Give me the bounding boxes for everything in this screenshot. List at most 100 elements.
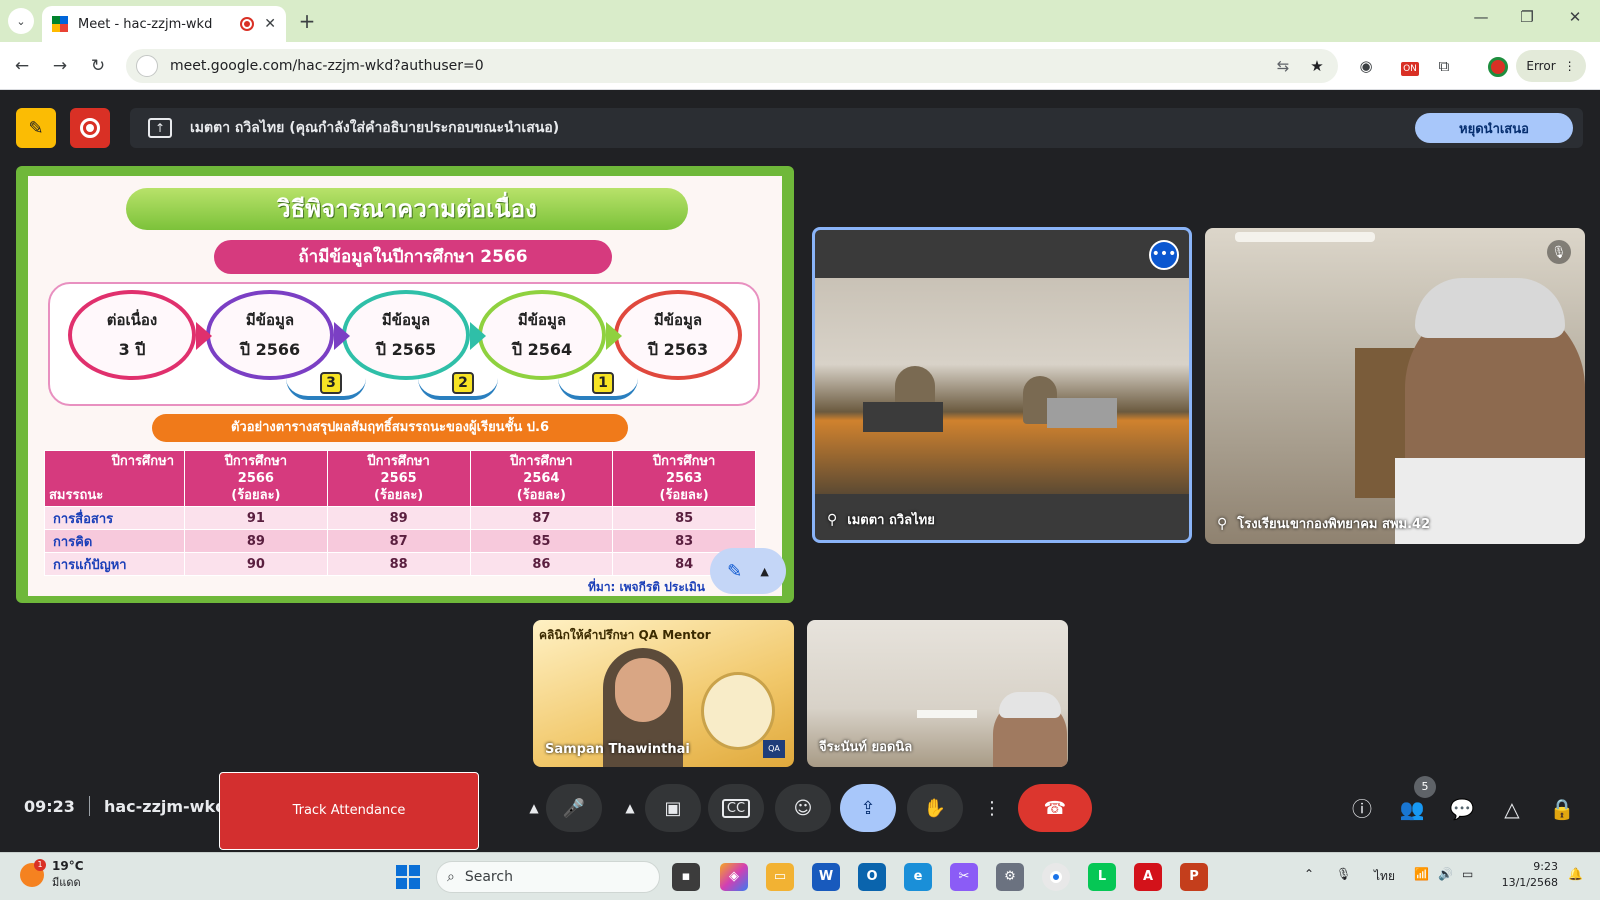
annotate-off-icon: ✎ bbox=[28, 117, 44, 139]
chrome-icon[interactable] bbox=[1042, 863, 1070, 891]
captions-button[interactable]: CC bbox=[708, 784, 764, 832]
chevron-up-icon: ▲ bbox=[529, 801, 539, 815]
info-icon: ⓘ bbox=[1352, 797, 1372, 821]
browser-tab-strip: ⌄ Meet - hac-zzjm-wkd ✕ + — ❐ ✕ bbox=[0, 0, 1600, 42]
participant-tile-thumb2[interactable]: จีระนันท์ ยอดนิล bbox=[807, 620, 1068, 767]
record-icon bbox=[80, 118, 100, 138]
input-language[interactable]: ไทย bbox=[1374, 867, 1395, 886]
microphone-muted-icon: 🎙 bbox=[1547, 240, 1571, 264]
divider bbox=[88, 796, 90, 816]
restore-button[interactable]: ❐ bbox=[1512, 8, 1542, 26]
windows-taskbar: 1 19°C มีแดด ⌕ Search ▪ ◈ ▭ W O e ✂ ⚙ L A… bbox=[0, 852, 1600, 900]
file-explorer-icon[interactable]: ▭ bbox=[766, 863, 794, 891]
slide-subtitle: ถ้ามีข้อมูลในปีการศึกษา 2566 bbox=[214, 240, 612, 274]
extensions-puzzle-icon[interactable]: ⧉ bbox=[1432, 54, 1456, 78]
column-header: ปีการศึกษา 2563 (ร้อยละ) bbox=[612, 450, 756, 507]
people-icon: 👥 bbox=[1399, 797, 1425, 821]
video-feed bbox=[815, 278, 1189, 494]
bookmark-star-icon[interactable]: ★ bbox=[1304, 57, 1330, 75]
start-button[interactable] bbox=[396, 865, 420, 889]
address-bar[interactable]: meet.google.com/hac-zzjm-wkd?authuser=0 … bbox=[126, 49, 1338, 83]
tray-overflow-icon[interactable]: ⌃ bbox=[1304, 867, 1314, 881]
participant-tile-main1[interactable]: ••• ⚲ เมตตา ถวิลไทย bbox=[812, 227, 1192, 543]
tray-microphone-icon[interactable]: 🎙 bbox=[1336, 867, 1351, 881]
participant-tile-thumb1[interactable]: คลินิกให้คำปรึกษา QA Mentor QA Sampan Th… bbox=[533, 620, 794, 767]
acrobat-icon[interactable]: A bbox=[1134, 863, 1162, 891]
search-label: Search bbox=[464, 869, 513, 885]
volume-icon[interactable]: 🔊 bbox=[1438, 867, 1453, 881]
stop-presenting-button[interactable]: หยุดนำเสนอ bbox=[1415, 113, 1573, 143]
closed-captions-icon: CC bbox=[721, 798, 751, 818]
profile-avatar-icon[interactable] bbox=[1486, 54, 1510, 78]
camera-button[interactable]: ▣ bbox=[645, 784, 701, 832]
step-badge: 1 bbox=[592, 372, 614, 394]
task-view-icon[interactable]: ▪ bbox=[672, 863, 700, 891]
annotation-off-button[interactable]: ✎ bbox=[16, 108, 56, 148]
translate-icon[interactable]: ⇆ bbox=[1270, 57, 1296, 75]
people-button[interactable]: 👥 bbox=[1397, 794, 1427, 824]
extension-on-icon[interactable]: ON bbox=[1396, 54, 1424, 78]
kebab-menu-icon: ⋮ bbox=[1563, 59, 1576, 73]
tab-search-button[interactable]: ⌄ bbox=[8, 8, 34, 34]
pin-icon[interactable]: ⚲ bbox=[1217, 516, 1227, 532]
annotation-toolbar[interactable]: ✎ ▲ bbox=[710, 548, 786, 594]
emoji-icon: ☺ bbox=[793, 797, 813, 819]
taskbar-search[interactable]: ⌕ Search bbox=[436, 861, 660, 893]
people-count-badge: 5 bbox=[1414, 776, 1436, 798]
word-icon[interactable]: W bbox=[812, 863, 840, 891]
outlook-icon[interactable]: O bbox=[858, 863, 886, 891]
notifications-bell-icon[interactable]: 🔔 bbox=[1568, 867, 1583, 881]
powerpoint-icon[interactable]: P bbox=[1180, 863, 1208, 891]
battery-icon[interactable]: ▭ bbox=[1462, 867, 1473, 881]
participant-tile-main2[interactable]: 🎙 ⚲ โรงเรียนเขากองพิทยาคม สพม.42 bbox=[1205, 228, 1585, 544]
weather-description: มีแดด bbox=[52, 876, 81, 889]
track-attendance-button[interactable]: Track Attendance bbox=[219, 772, 479, 850]
browser-tab-meet[interactable]: Meet - hac-zzjm-wkd ✕ bbox=[42, 6, 286, 42]
column-header: ปีการศึกษา 2564 (ร้อยละ) bbox=[469, 450, 614, 507]
new-tab-button[interactable]: + bbox=[294, 8, 320, 34]
present-screen-icon: ⇪ bbox=[860, 797, 876, 819]
chat-button[interactable]: 💬 bbox=[1447, 794, 1477, 824]
forward-button[interactable]: → bbox=[48, 54, 72, 78]
hand-icon: ✋ bbox=[923, 797, 947, 819]
raise-hand-button[interactable]: ✋ bbox=[907, 784, 963, 832]
meeting-details-button[interactable]: ⓘ bbox=[1347, 794, 1377, 824]
site-info-icon[interactable] bbox=[136, 55, 158, 77]
copilot-icon[interactable]: ◈ bbox=[720, 863, 748, 891]
more-options-button[interactable]: ⋮ bbox=[977, 784, 1007, 832]
host-controls-button[interactable]: 🔒 bbox=[1547, 794, 1577, 824]
google-meet-icon bbox=[52, 16, 68, 32]
system-clock[interactable]: 9:23 13/1/2568 bbox=[1496, 859, 1558, 891]
close-window-button[interactable]: ✕ bbox=[1560, 8, 1590, 26]
participant-name: ⚲ โรงเรียนเขากองพิทยาคม สพม.42 bbox=[1217, 515, 1431, 533]
pen-tool-icon[interactable]: ✎ bbox=[727, 561, 742, 582]
video-options-chevron[interactable]: ▲ bbox=[610, 784, 650, 832]
table-row: การแก้ปัญหา 90 88 86 84 bbox=[44, 552, 756, 576]
activities-button[interactable]: △ bbox=[1497, 794, 1527, 824]
flow-step-4: มีข้อมูล ปี 2564 bbox=[478, 290, 606, 380]
participant-options-button[interactable]: ••• bbox=[1149, 240, 1179, 270]
screen-share-icon: ↑ bbox=[148, 118, 172, 138]
reactions-button[interactable]: ☺ bbox=[775, 784, 831, 832]
leave-call-button[interactable]: ☎ bbox=[1018, 784, 1092, 832]
close-tab-icon[interactable]: ✕ bbox=[264, 16, 276, 32]
chevron-up-icon[interactable]: ▲ bbox=[760, 565, 768, 578]
app-icon[interactable]: ⚙ bbox=[996, 863, 1024, 891]
recording-button[interactable] bbox=[70, 108, 110, 148]
presenting-message: เมตตา ถวิลไทย (คุณกำลังใส่คำอธิบายประกอบ… bbox=[190, 120, 560, 136]
wifi-icon[interactable]: 📶 bbox=[1414, 867, 1429, 881]
pin-icon[interactable]: ⚲ bbox=[827, 512, 837, 528]
url-text: meet.google.com/hac-zzjm-wkd?authuser=0 bbox=[170, 58, 484, 74]
back-button[interactable]: ← bbox=[10, 54, 34, 78]
present-now-button[interactable]: ⇪ bbox=[840, 784, 896, 832]
microphone-button[interactable]: 🎤 bbox=[546, 784, 602, 832]
profile-error-button[interactable]: Error ⋮ bbox=[1516, 50, 1586, 82]
line-icon[interactable]: L bbox=[1088, 863, 1116, 891]
extension-owl-icon[interactable]: ◉ bbox=[1354, 54, 1378, 78]
reload-button[interactable]: ↻ bbox=[86, 54, 110, 78]
microphone-icon: 🎤 bbox=[562, 797, 586, 819]
weather-widget[interactable]: 1 19°C มีแดด bbox=[20, 859, 84, 891]
snipping-tool-icon[interactable]: ✂ bbox=[950, 863, 978, 891]
minimize-button[interactable]: — bbox=[1466, 8, 1496, 26]
edge-icon[interactable]: e bbox=[904, 863, 932, 891]
